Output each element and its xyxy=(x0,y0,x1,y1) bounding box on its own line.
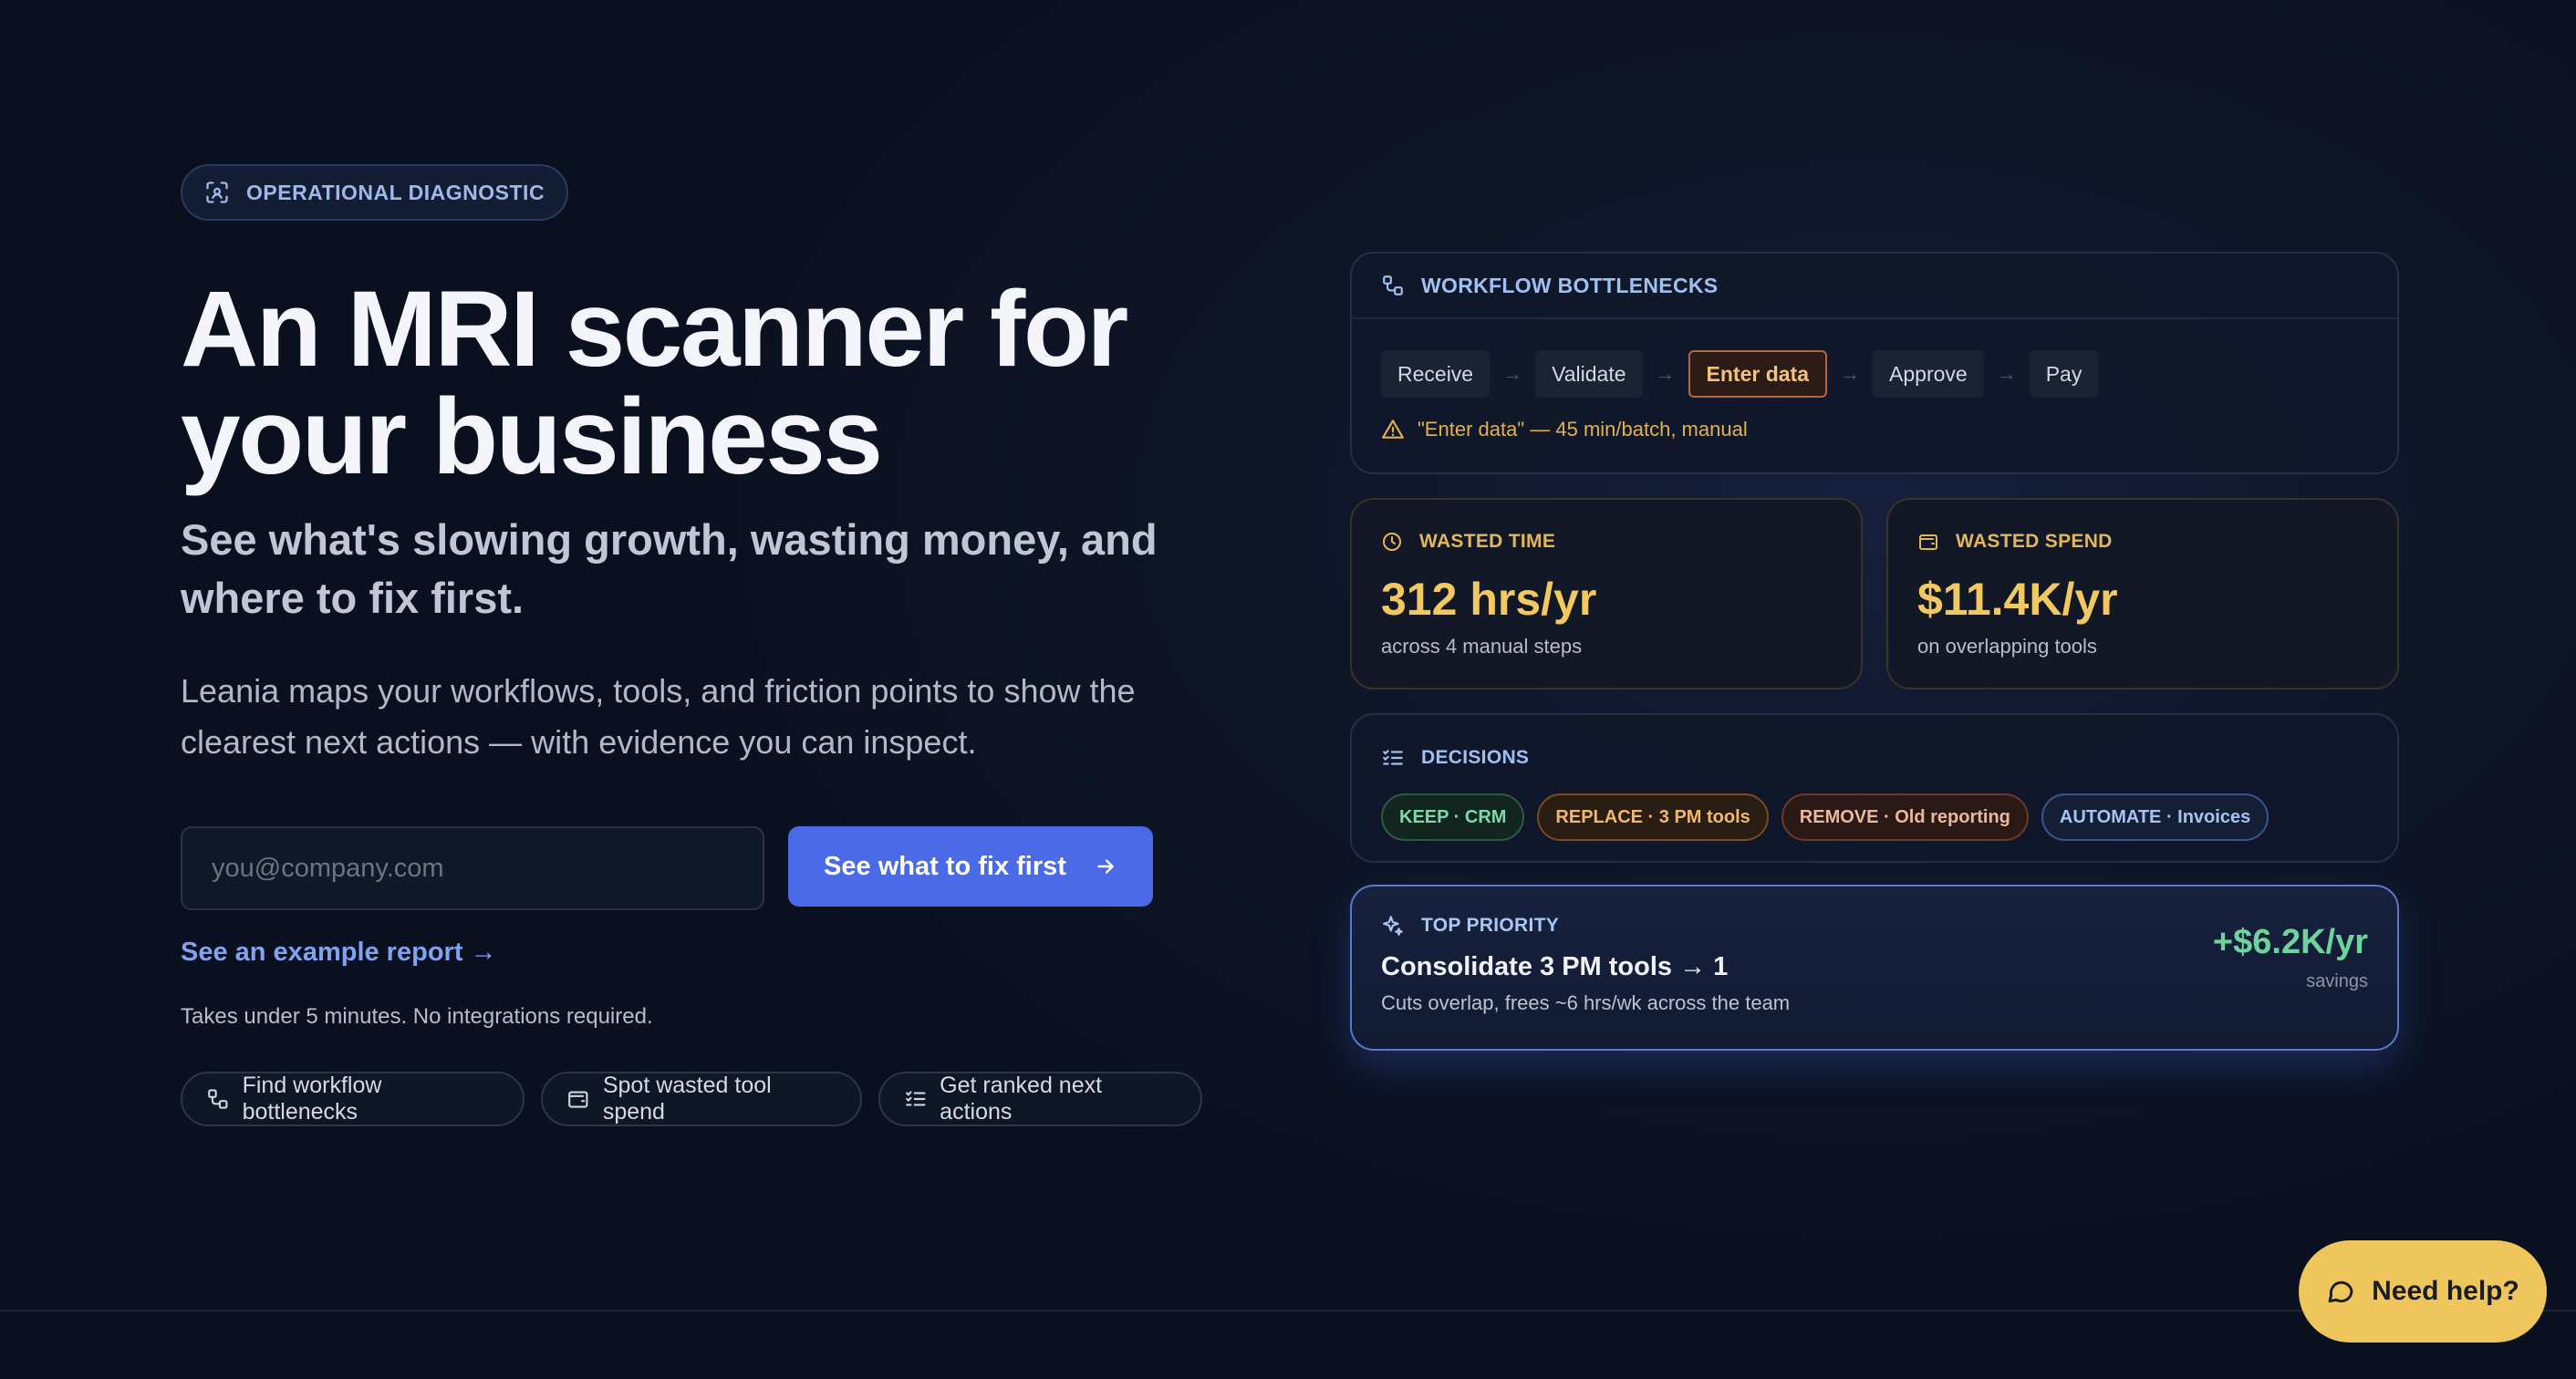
wasted-spend-value: $11.4K/yr xyxy=(1917,574,2118,625)
chip-next-actions: Get ranked next actions xyxy=(878,1072,1202,1126)
wallet-icon xyxy=(1919,534,1937,550)
waste-metrics: WASTED TIME 312 hrs/yr across 4 manual s… xyxy=(1350,498,2399,690)
top-priority-label: TOP PRIORITY xyxy=(1421,915,1560,936)
chip-workflow-bottlenecks: Find workflow bottlenecks xyxy=(181,1072,525,1126)
wasted-spend-card: WASTED SPEND $11.4K/yr on overlapping to… xyxy=(1886,498,2399,690)
feature-chips: Find workflow bottlenecks Spot wasted to… xyxy=(181,1072,1202,1126)
decisions-title: DECISIONS xyxy=(1421,747,1530,768)
savings-value: +$6.2K/yr xyxy=(2212,923,2368,961)
decisions-header: DECISIONS xyxy=(1381,746,2368,770)
wasted-time-value: 312 hrs/yr xyxy=(1381,574,1597,625)
see-what-to-fix-button[interactable]: See what to fix first xyxy=(788,826,1153,907)
example-report-link[interactable]: See an example report → xyxy=(181,938,1202,968)
workflow-steps: Receive → Validate → Enter data → Approv… xyxy=(1352,319,2397,398)
workflow-step-pay: Pay xyxy=(2029,350,2099,398)
step-arrow: → xyxy=(1840,362,1861,385)
step-arrow: → xyxy=(1655,362,1676,385)
bottleneck-warning: "Enter data" — 45 min/batch, manual xyxy=(1352,398,2397,441)
step-arrow: → xyxy=(1996,362,2017,385)
wasted-spend-sub: on overlapping tools xyxy=(1917,635,2097,658)
signup-note: Takes under 5 minutes. No integrations r… xyxy=(181,1004,653,1029)
chip-label: Spot wasted tool spend xyxy=(602,1073,772,1125)
wasted-spend-header: WASTED SPEND xyxy=(1917,531,2368,553)
need-help-label: Need help? xyxy=(2372,1276,2519,1306)
workflow-icon xyxy=(208,1089,228,1109)
chat-bubble-icon xyxy=(2328,1280,2353,1303)
email-input[interactable] xyxy=(181,826,764,910)
hero-title: An MRI scanner for your business xyxy=(181,269,1128,497)
workflow-icon xyxy=(1383,275,1403,296)
savings-label: savings xyxy=(2306,971,2368,991)
step-arrow: → xyxy=(1502,362,1523,385)
sparkle-icon xyxy=(1383,916,1403,936)
warning-text: "Enter data" — 45 min/batch, manual xyxy=(1418,418,1748,441)
hero-section: OPERATIONAL DIAGNOSTIC An MRI scanner fo… xyxy=(181,164,1202,1126)
workflow-card-header: WORKFLOW BOTTLENECKS xyxy=(1352,254,2397,319)
workflow-card-title: WORKFLOW BOTTLENECKS xyxy=(1421,273,1719,297)
workflow-step-receive: Receive xyxy=(1381,350,1491,398)
decision-tag-automate: AUTOMATE · Invoices xyxy=(2041,793,2270,841)
workflow-step-validate: Validate xyxy=(1535,350,1643,398)
chip-tool-spend: Spot wasted tool spend xyxy=(541,1072,862,1126)
hero-description: Leania maps your workflows, tools, and f… xyxy=(181,672,1136,761)
eyebrow-badge: OPERATIONAL DIAGNOSTIC xyxy=(181,164,569,221)
workflow-step-enter-data: Enter data xyxy=(1688,350,1828,398)
top-priority-description: Cuts overlap, frees ~6 hrs/wk across the… xyxy=(1381,991,1791,1014)
savings-block: +$6.2K/yr savings xyxy=(2213,923,2368,992)
decision-tag-replace: REPLACE · 3 PM tools xyxy=(1537,793,1769,841)
wasted-time-sub: across 4 manual steps xyxy=(1381,635,1583,658)
signup-form: See what to fix first xyxy=(181,826,1202,910)
workflow-bottlenecks-card: WORKFLOW BOTTLENECKS Receive → Validate … xyxy=(1350,252,2399,474)
workflow-step-approve: Approve xyxy=(1873,350,1984,398)
footer-divider xyxy=(0,1310,2576,1312)
hero-subhead: See what's slowing growth, wasting money… xyxy=(181,515,1158,622)
decision-tag-remove: REMOVE · Old reporting xyxy=(1781,793,2029,841)
decision-tags: KEEP · CRM REPLACE · 3 PM tools REMOVE ·… xyxy=(1381,793,2368,841)
warning-icon xyxy=(1382,420,1404,439)
chip-label: Get ranked next actions xyxy=(940,1073,1103,1125)
list-check-icon xyxy=(905,1091,926,1106)
wallet-icon xyxy=(568,1091,588,1108)
clock-icon xyxy=(1383,533,1401,551)
decision-tag-keep: KEEP · CRM xyxy=(1381,793,1525,841)
cta-label: See what to fix first xyxy=(824,851,1066,881)
eyebrow-label: OPERATIONAL DIAGNOSTIC xyxy=(246,180,545,204)
list-check-icon xyxy=(1383,750,1403,765)
wasted-time-card: WASTED TIME 312 hrs/yr across 4 manual s… xyxy=(1350,498,1863,690)
wasted-time-header: WASTED TIME xyxy=(1381,531,1832,553)
decisions-card: DECISIONS KEEP · CRM REPLACE · 3 PM tool… xyxy=(1350,713,2399,863)
arrow-right-icon xyxy=(1097,859,1114,874)
wasted-spend-label: WASTED SPEND xyxy=(1956,531,2113,552)
report-preview: WORKFLOW BOTTLENECKS Receive → Validate … xyxy=(1350,252,2399,1051)
scan-icon xyxy=(206,181,228,203)
wasted-time-label: WASTED TIME xyxy=(1419,531,1556,552)
top-priority-card: TOP PRIORITY Consolidate 3 PM tools → 1 … xyxy=(1350,885,2399,1051)
need-help-button[interactable]: Need help? xyxy=(2299,1240,2547,1343)
chip-label: Find workflow bottlenecks xyxy=(242,1073,382,1125)
